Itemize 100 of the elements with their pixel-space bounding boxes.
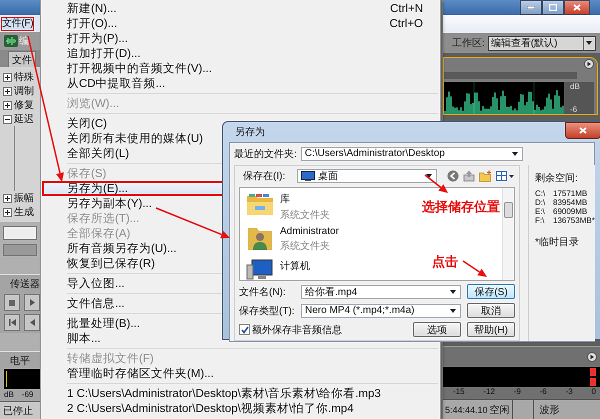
annotation-arrow xyxy=(462,260,487,277)
annotation-text: 点击 xyxy=(432,253,458,271)
scale-label: -69 xyxy=(22,390,34,399)
level-meter xyxy=(4,369,40,389)
play-icon xyxy=(30,299,34,306)
filename-field[interactable]: 给你看.mp4 xyxy=(301,284,461,298)
previous-button[interactable] xyxy=(4,314,20,331)
computer-icon xyxy=(246,257,274,280)
dropdown-arrow-icon[interactable] xyxy=(586,41,592,45)
tree-item[interactable]: 延迟 xyxy=(14,112,34,126)
drive-letter: F:\ xyxy=(535,216,546,225)
menu-item[interactable]: 追加打开(D)... xyxy=(42,46,439,61)
close-icon xyxy=(579,126,587,134)
maximize-icon xyxy=(549,4,557,11)
panel-title: 剩余空间: xyxy=(535,172,579,185)
annotation-text: 选择储存位置 xyxy=(422,198,500,216)
play-icon[interactable] xyxy=(587,352,597,362)
drive-letter: E:\ xyxy=(535,207,546,216)
title-bar xyxy=(0,0,40,15)
expand-icon[interactable] xyxy=(3,72,12,82)
panel-tab[interactable]: 文件 xyxy=(8,51,36,67)
file-list-item[interactable]: 库 系统文件夹 xyxy=(244,190,332,220)
help-button[interactable]: 帮助(H) xyxy=(467,322,515,337)
menu-item[interactable]: 新建(N)... Ctrl+N xyxy=(42,1,439,16)
play-button[interactable] xyxy=(24,294,40,311)
scale-label: -6 xyxy=(570,105,578,114)
drive-free-space: 83954MB xyxy=(553,198,588,207)
item-name: 库 xyxy=(280,192,291,206)
save-button[interactable]: 保存(S) xyxy=(467,284,515,299)
menu-item[interactable]: 从CD中提取音频... xyxy=(42,76,439,91)
panel-bar xyxy=(3,244,37,256)
scroll-thumb[interactable] xyxy=(504,202,513,218)
tree-item[interactable]: 修复 xyxy=(14,98,34,112)
rewind-button[interactable] xyxy=(24,314,40,331)
checkbox[interactable] xyxy=(239,324,250,335)
scale-label: dB xyxy=(570,82,581,91)
menu-item[interactable]: 2 C:\Users\Administrator\Desktop\视频素材\怕了你.mp4 xyxy=(42,401,439,416)
scale-label: -9 xyxy=(514,387,521,398)
menu-item[interactable]: 打开(O)... Ctrl+O xyxy=(42,16,439,31)
expand-icon[interactable] xyxy=(3,194,12,202)
menu-item[interactable]: 管理临时存储区文件夹(M)... xyxy=(42,366,439,381)
status-text: 已停止 xyxy=(0,401,40,419)
drive-free-space: 136753MB* xyxy=(553,216,595,225)
drive-letter: C:\ xyxy=(535,189,546,198)
skip-back-icon xyxy=(8,319,16,326)
checkbox-label: 额外保存非音频信息 xyxy=(252,324,342,336)
workspace-label: 工作区: xyxy=(452,37,485,50)
scale-label: 0 xyxy=(591,387,596,398)
expand-icon[interactable] xyxy=(3,100,12,110)
view-menu-icon[interactable] xyxy=(496,170,514,182)
scale-label: dB xyxy=(4,390,14,399)
item-type: 系统文件夹 xyxy=(280,240,331,253)
text-field[interactable] xyxy=(3,226,37,240)
scale-label: -6 xyxy=(540,387,547,398)
waveform-icon[interactable] xyxy=(4,35,18,47)
cancel-button[interactable]: 取消 xyxy=(467,303,515,318)
recent-folder-dropdown[interactable]: C:\Users\Administrator\Desktop xyxy=(300,146,523,160)
drive-free-space: 69009MB xyxy=(553,207,588,216)
item-name: 计算机 xyxy=(280,260,310,273)
new-folder-icon[interactable] xyxy=(479,170,492,182)
file-list-item[interactable]: Administrator 系统文件夹 xyxy=(244,224,341,253)
file-type-dropdown[interactable]: Nero MP4 (*.mp4;*.m4a) xyxy=(301,304,461,318)
maximize-button[interactable] xyxy=(542,0,564,15)
drive-letter: D:\ xyxy=(535,198,546,207)
scale-label: -3 xyxy=(566,387,573,398)
dialog-title: 另存为 xyxy=(235,126,265,139)
collapse-icon[interactable] xyxy=(3,114,12,124)
field-label: 最近的文件夹: xyxy=(234,148,297,160)
close-button[interactable] xyxy=(565,122,600,138)
menu-item[interactable]: 打开视频中的音频文件(V)... xyxy=(42,61,439,76)
clip-indicator-icon xyxy=(590,368,596,386)
back-icon[interactable] xyxy=(447,170,459,182)
close-icon xyxy=(573,4,581,11)
scale-label: -12 xyxy=(483,387,495,398)
footnote: *临时目录 xyxy=(535,236,580,249)
tree-item[interactable]: 生成 xyxy=(14,205,34,219)
file-list-item[interactable]: 计算机 xyxy=(244,257,312,280)
stop-button[interactable] xyxy=(4,294,20,311)
monitor-icon xyxy=(301,170,315,180)
save-location-dropdown[interactable]: 桌面 xyxy=(297,168,437,182)
up-folder-icon[interactable] xyxy=(463,170,475,182)
tree-item[interactable]: 特殊 xyxy=(14,70,34,84)
scroll-bar[interactable] xyxy=(502,188,514,280)
close-button[interactable] xyxy=(564,0,590,15)
menu-item[interactable]: 打开为(P)... xyxy=(42,31,439,46)
workspace-dropdown[interactable]: 编辑查看(默认) xyxy=(488,36,596,50)
expand-icon[interactable] xyxy=(3,208,12,216)
minimize-button[interactable] xyxy=(520,0,542,15)
menu-item[interactable]: 1 C:\Users\Administrator\Desktop\素材\音乐素材\给你看.mp3 xyxy=(42,386,439,401)
menu-item[interactable]: 文件(F) xyxy=(1,16,34,30)
panel-title: 传送器 xyxy=(9,278,40,291)
play-icon[interactable] xyxy=(584,59,594,69)
tree-item[interactable]: 调制 xyxy=(14,84,34,98)
scale-label: -15 xyxy=(453,387,465,398)
options-button[interactable]: 选项 xyxy=(413,322,461,337)
field-label: 保存在(I): xyxy=(242,170,286,182)
tree-item[interactable]: 振幅 xyxy=(14,191,34,205)
expand-icon[interactable] xyxy=(3,86,12,96)
drive-free-space: 17571MB xyxy=(553,189,588,198)
panel-title: 电平 xyxy=(9,354,31,368)
